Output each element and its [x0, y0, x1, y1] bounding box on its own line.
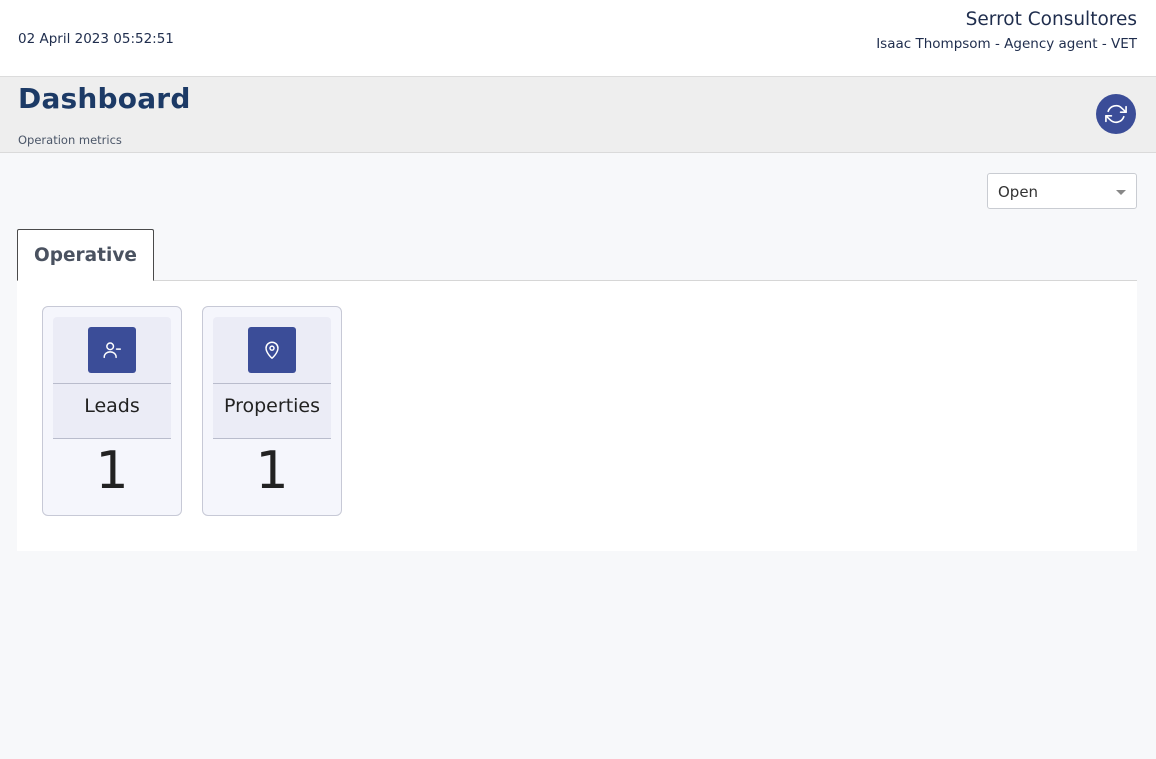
- properties-card[interactable]: Properties 1: [202, 306, 342, 516]
- leads-label: Leads: [84, 395, 140, 417]
- leads-icon-badge: [88, 327, 136, 373]
- tab-operative[interactable]: Operative: [17, 229, 154, 281]
- card-divider: [53, 383, 171, 384]
- properties-count: 1: [255, 441, 289, 501]
- status-filter-select[interactable]: Open: [987, 173, 1137, 209]
- user-minus-icon: [103, 342, 121, 359]
- card-divider: [53, 438, 171, 439]
- page-title: Dashboard: [18, 82, 191, 115]
- chevron-down-icon: [1116, 190, 1126, 195]
- company-name: Serrot Consultores: [965, 9, 1137, 30]
- properties-icon-badge: [248, 327, 296, 373]
- top-bar: 02 April 2023 05:52:51 Serrot Consultore…: [0, 0, 1156, 77]
- map-pin-icon: [265, 341, 279, 359]
- properties-label: Properties: [223, 395, 321, 417]
- leads-count: 1: [95, 441, 129, 501]
- leads-card[interactable]: Leads 1: [42, 306, 182, 516]
- tab-panel-operative: [17, 281, 1137, 551]
- page-header: Dashboard Operation metrics: [0, 77, 1156, 153]
- refresh-button[interactable]: [1096, 94, 1136, 134]
- user-info: Isaac Thompsom - Agency agent - VET: [876, 36, 1137, 52]
- properties-card-header: Properties: [213, 317, 331, 439]
- page-subtitle: Operation metrics: [18, 133, 122, 147]
- leads-card-header: Leads: [53, 317, 171, 439]
- card-divider: [213, 438, 331, 439]
- status-filter-value: Open: [998, 183, 1039, 201]
- current-datetime: 02 April 2023 05:52:51: [18, 31, 174, 47]
- card-divider: [213, 383, 331, 384]
- tab-operative-label: Operative: [34, 244, 137, 266]
- refresh-icon: [1105, 104, 1127, 124]
